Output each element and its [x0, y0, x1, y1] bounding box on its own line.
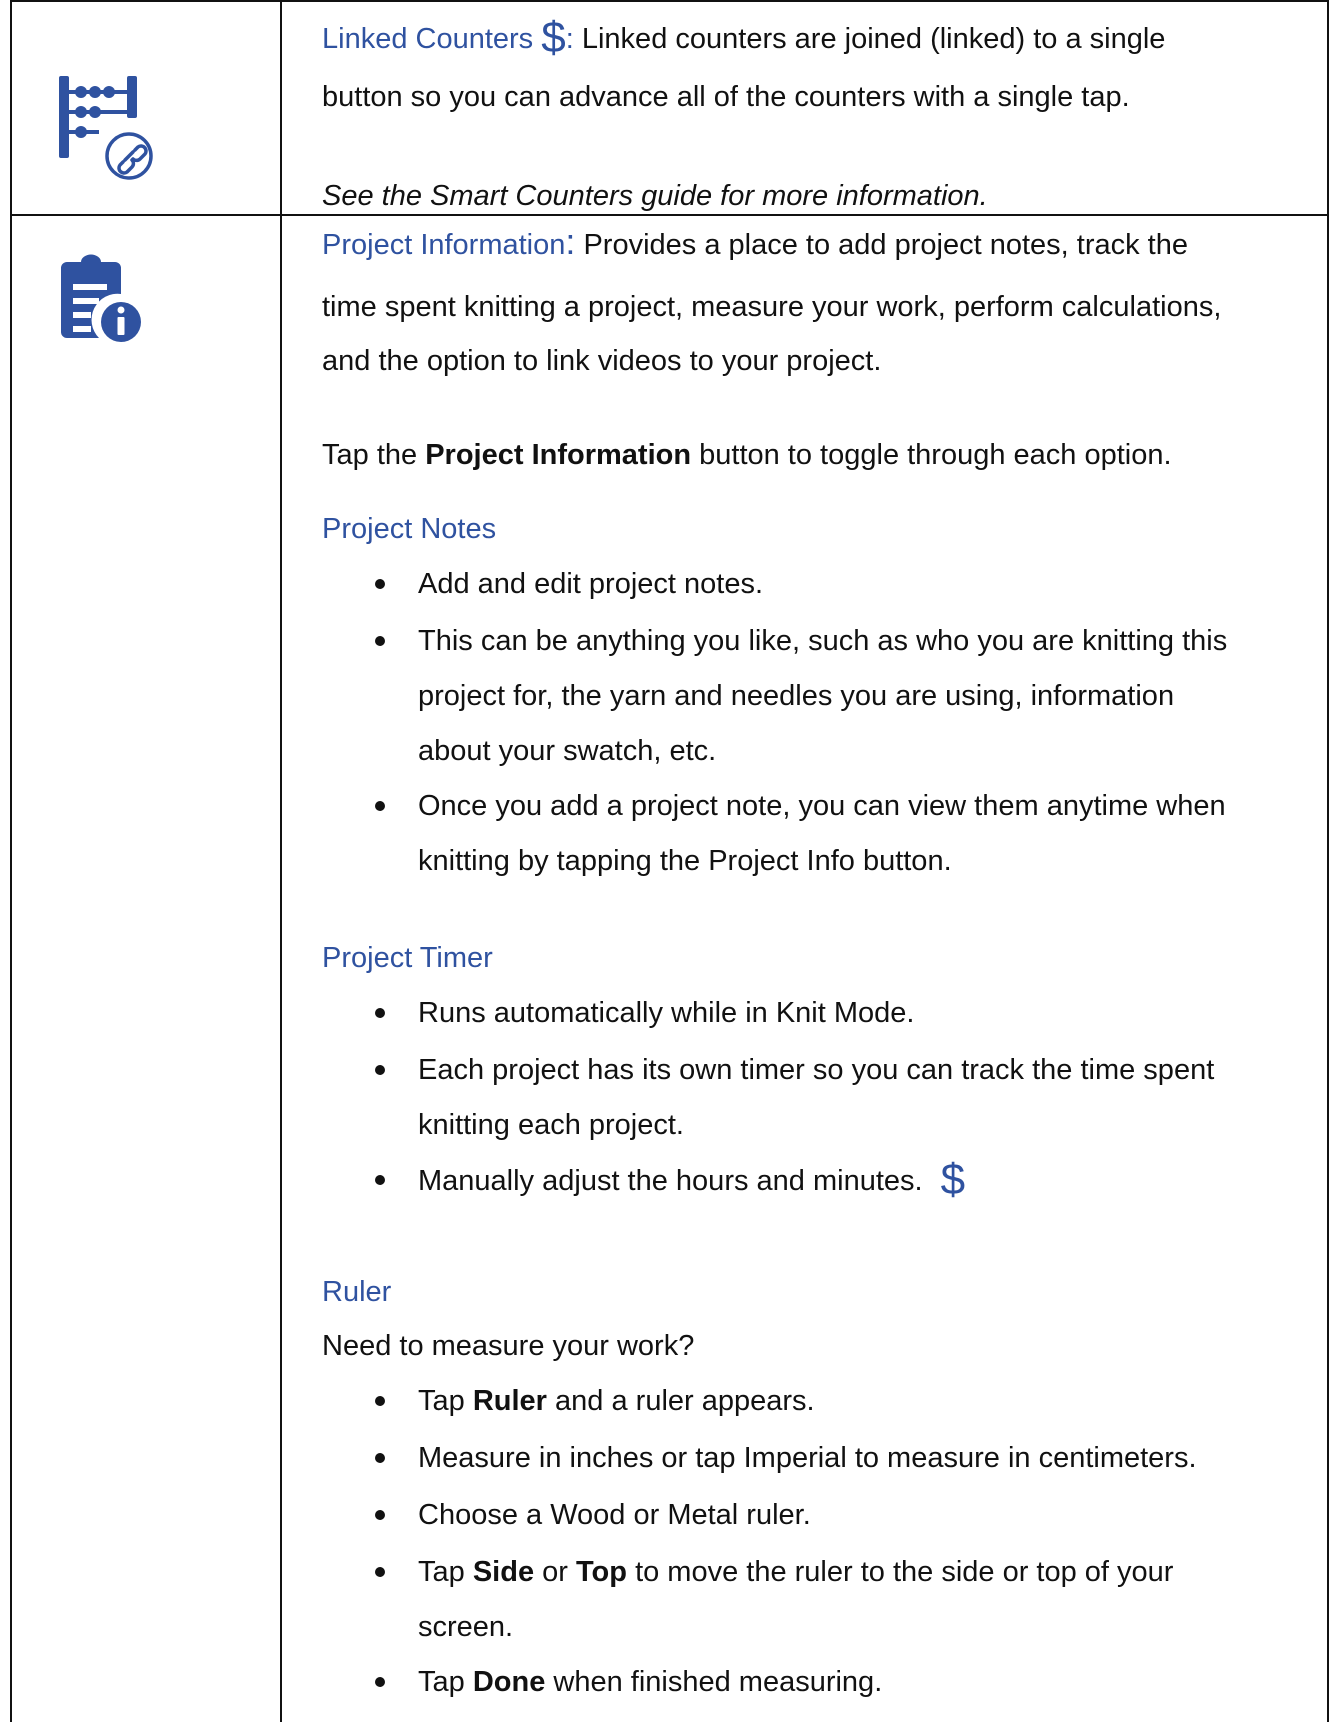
- project-info-line1: Project Information: Provides a place to…: [322, 221, 1188, 262]
- project-info-heading: Project Information: [322, 229, 566, 261]
- list-item-cont: screen.: [418, 1611, 514, 1643]
- premium-dollar-icon: $: [541, 13, 566, 62]
- list-item: Tap Ruler and a ruler appears.: [418, 1385, 815, 1417]
- bullet: [375, 1510, 385, 1520]
- bullet: [375, 579, 385, 589]
- ruler-intro: Need to measure your work?: [322, 1330, 695, 1362]
- table-left-border: [10, 0, 12, 1722]
- project-info-document-icon: [59, 252, 143, 346]
- ruler-heading: Ruler: [322, 1276, 392, 1308]
- project-notes-heading: Project Notes: [322, 513, 497, 545]
- bullet: [375, 1065, 385, 1075]
- bullet: [375, 1567, 385, 1577]
- list-item-cont: knitting by tapping the Project Info but…: [418, 845, 952, 877]
- list-item: Manually adjust the hours and minutes. $: [418, 1155, 966, 1204]
- list-item-cont: knitting each project.: [418, 1109, 684, 1141]
- column-divider: [280, 0, 282, 1722]
- list-item-cont: about your swatch, etc.: [418, 735, 717, 767]
- linked-counters-note: See the Smart Counters guide for more in…: [322, 180, 988, 212]
- bullet: [375, 1396, 385, 1406]
- linked-counters-heading: Linked Counters: [322, 23, 534, 55]
- project-info-line2: time spent knitting a project, measure y…: [322, 291, 1222, 323]
- bullet: [375, 1453, 385, 1463]
- list-item-cont: project for, the yarn and needles you ar…: [418, 680, 1175, 712]
- list-item: Each project has its own timer so you ca…: [418, 1054, 1215, 1086]
- list-item: Tap Side or Top to move the ruler to the…: [418, 1556, 1174, 1588]
- list-item: Runs automatically while in Knit Mode.: [418, 997, 915, 1029]
- linked-counters-line1: Linked Counters $: Linked counters are j…: [322, 13, 1166, 62]
- bullet: [375, 801, 385, 811]
- list-item: Choose a Wood or Metal ruler.: [418, 1499, 811, 1531]
- linked-counters-abacus-icon: [57, 72, 161, 184]
- premium-dollar-icon: $: [940, 1155, 966, 1204]
- bullet: [375, 1175, 385, 1185]
- linked-counters-line2: button so you can advance all of the cou…: [322, 81, 1130, 113]
- list-item: Once you add a project note, you can vie…: [418, 790, 1226, 822]
- list-item: Measure in inches or tap Imperial to mea…: [418, 1442, 1197, 1474]
- project-info-line3: and the option to link videos to your pr…: [322, 345, 882, 377]
- table-top-border: [10, 0, 1329, 2]
- table-right-border: [1327, 0, 1329, 1722]
- list-item: This can be anything you like, such as w…: [418, 625, 1228, 657]
- bullet: [375, 1008, 385, 1018]
- list-item: Tap Done when finished measuring.: [418, 1666, 883, 1698]
- project-info-tap: Tap the Project Information button to to…: [322, 439, 1172, 471]
- bullet: [375, 1677, 385, 1687]
- bullet: [375, 636, 385, 646]
- list-item: Add and edit project notes.: [418, 568, 764, 600]
- project-timer-heading: Project Timer: [322, 942, 493, 974]
